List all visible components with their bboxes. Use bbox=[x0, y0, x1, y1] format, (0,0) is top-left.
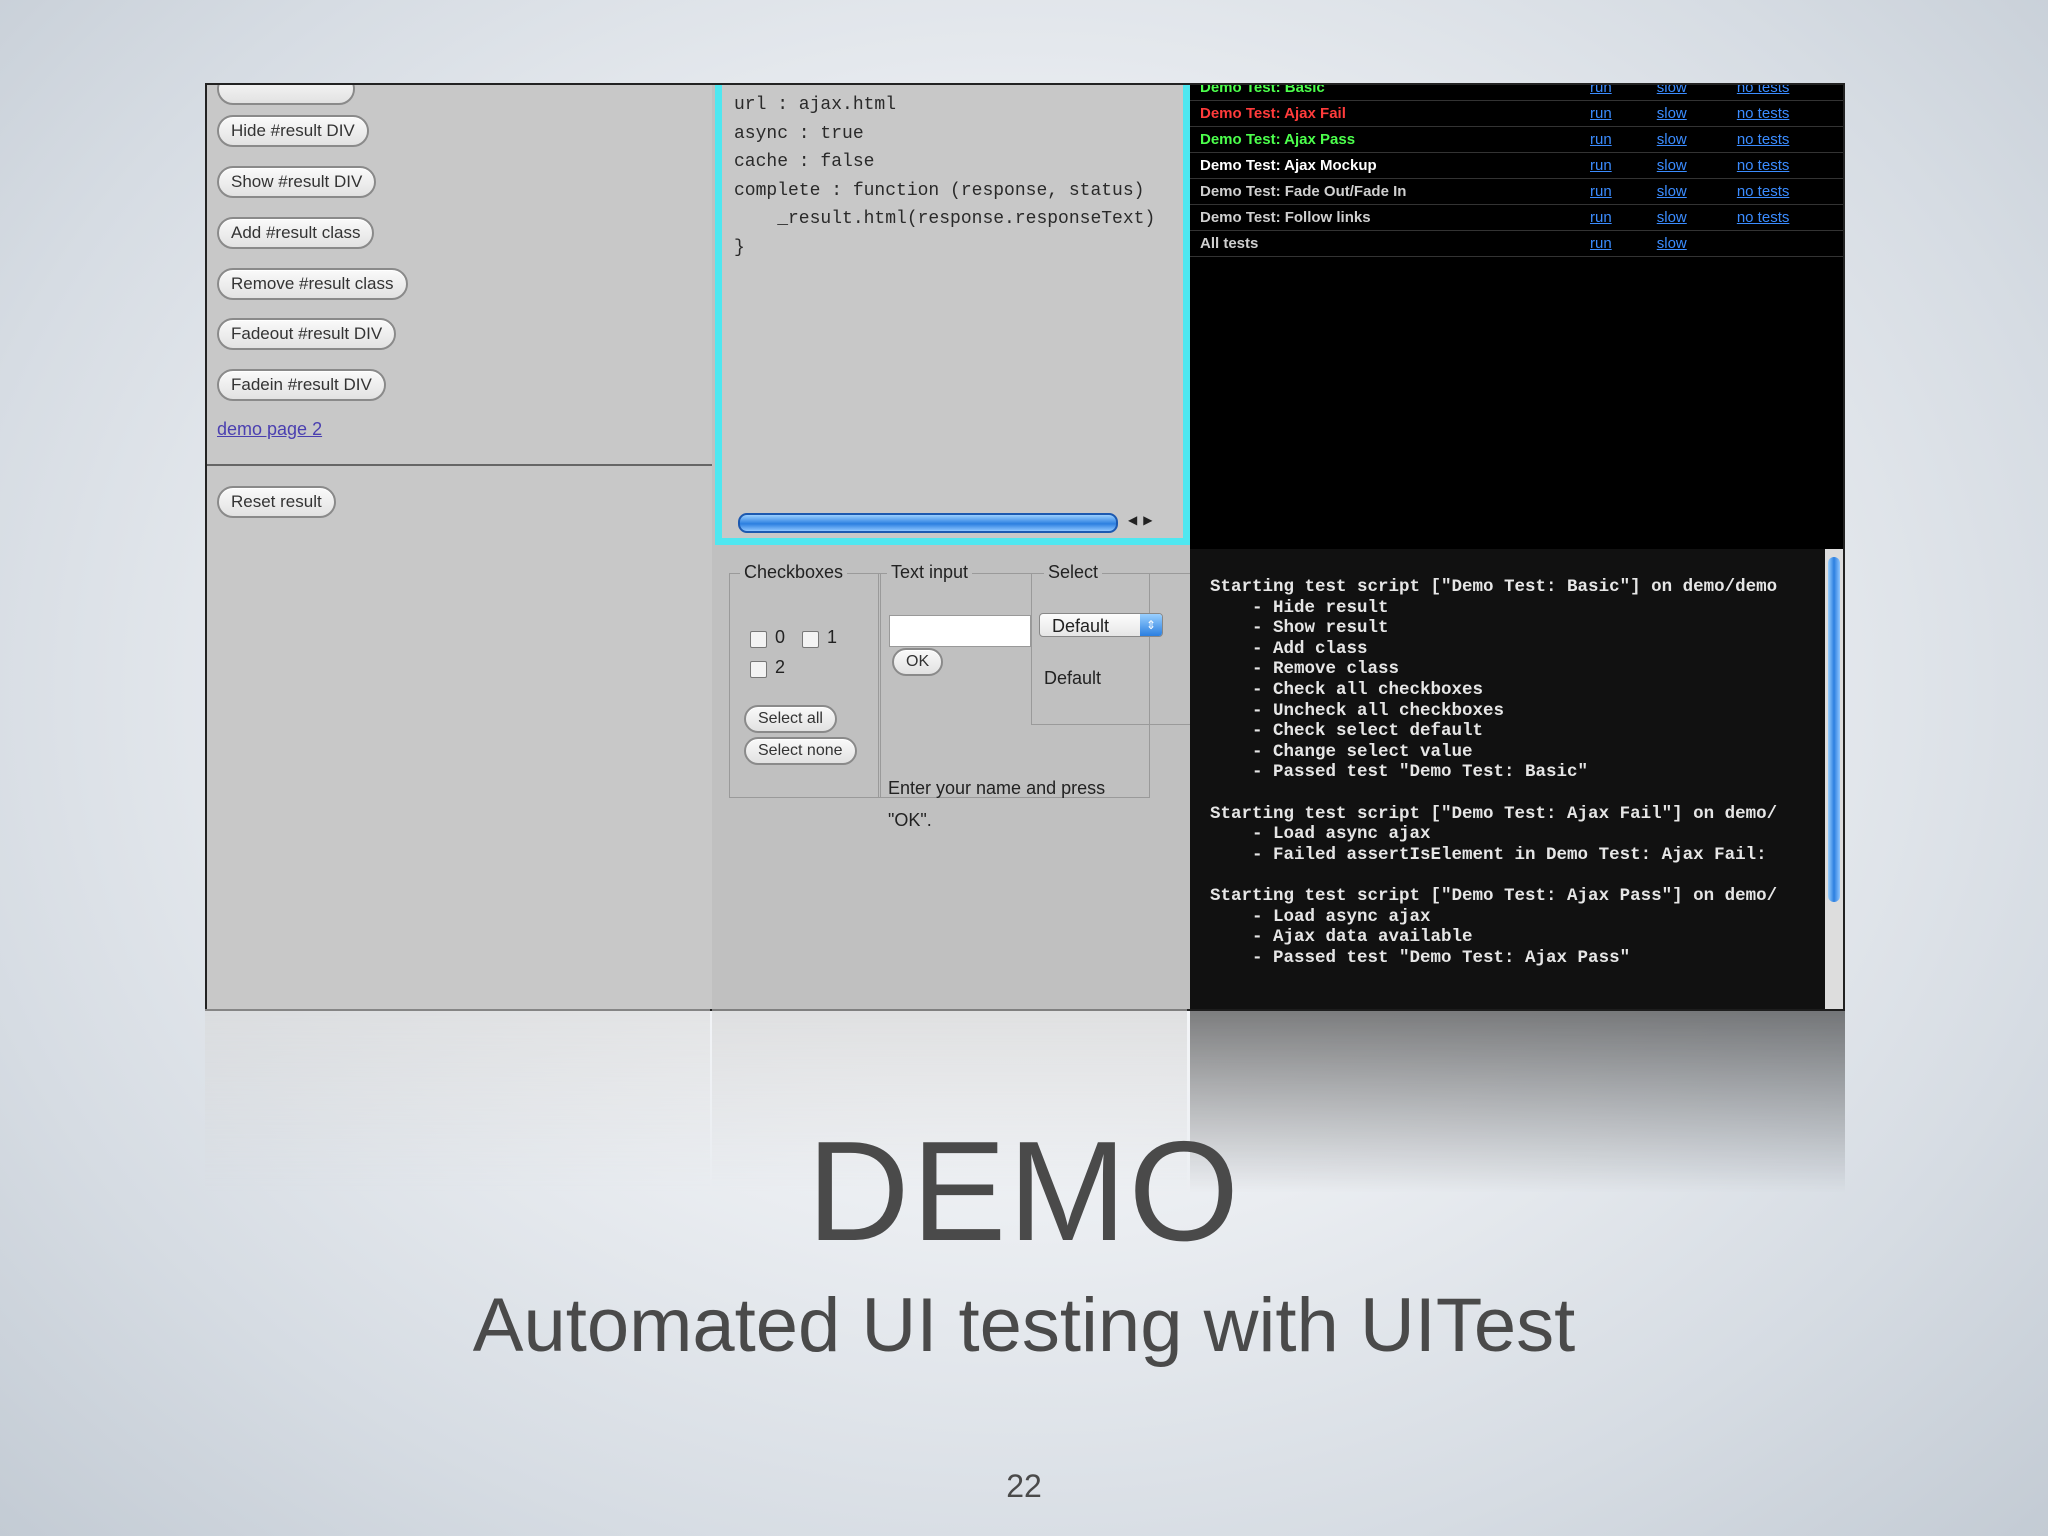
slow-link[interactable]: slow bbox=[1646, 178, 1727, 205]
test-name: Demo Test: Ajax Fail bbox=[1190, 100, 1580, 127]
fadeout-result-button[interactable]: Fadeout #result DIV bbox=[217, 318, 397, 350]
slow-link[interactable]: slow bbox=[1646, 126, 1727, 153]
run-link[interactable]: run bbox=[1580, 230, 1647, 257]
console-panel: Starting test script ["Demo Test: Basic"… bbox=[1190, 549, 1843, 1009]
select-value: Default bbox=[1052, 616, 1110, 636]
no-tests-link[interactable]: no tests bbox=[1726, 152, 1843, 179]
cut-off-button[interactable] bbox=[217, 85, 355, 105]
divider bbox=[207, 464, 712, 466]
test-row: Demo Test: Ajax Pass run slow no tests bbox=[1190, 126, 1843, 153]
default-select[interactable]: Default ⇕ bbox=[1039, 613, 1163, 637]
no-tests-link[interactable]: no tests bbox=[1726, 178, 1843, 205]
demo-screenshot: Hide #result DIV Show #result DIV Add #r… bbox=[205, 83, 1845, 1011]
select-arrows-icon: ⇕ bbox=[1140, 614, 1162, 636]
no-tests-link[interactable] bbox=[1726, 230, 1843, 257]
code-panel: url : ajax.html async : true cache : fal… bbox=[715, 85, 1190, 545]
test-row: Demo Test: Ajax Fail run slow no tests bbox=[1190, 100, 1843, 127]
slide-subtitle: Automated UI testing with UITest bbox=[472, 1283, 1576, 1368]
checkbox-0-label: 0 bbox=[775, 627, 786, 647]
select-output: Default bbox=[1044, 668, 1102, 688]
run-link[interactable]: run bbox=[1580, 126, 1647, 153]
test-name: Demo Test: Fade Out/Fade In bbox=[1190, 178, 1580, 205]
text-input-legend: Text input bbox=[887, 562, 973, 583]
slow-link[interactable]: slow bbox=[1646, 85, 1727, 101]
hide-result-button[interactable]: Hide #result DIV bbox=[217, 115, 369, 147]
checkbox-2-label: 2 bbox=[775, 657, 786, 677]
checkbox-1-label: 1 bbox=[827, 627, 838, 647]
select-fieldset: Select Default bbox=[1031, 562, 1193, 725]
checkboxes-legend: Checkboxes bbox=[740, 562, 848, 583]
test-row: Demo Test: Basic run slow no tests bbox=[1190, 85, 1843, 101]
select-legend: Select bbox=[1044, 562, 1103, 583]
run-link[interactable]: run bbox=[1580, 204, 1647, 231]
slow-link[interactable]: slow bbox=[1646, 204, 1727, 231]
page-number: 22 bbox=[1006, 1468, 1042, 1504]
horizontal-scrollbar[interactable] bbox=[738, 513, 1118, 533]
no-tests-link[interactable]: no tests bbox=[1726, 204, 1843, 231]
name-input[interactable] bbox=[889, 615, 1031, 647]
scrollbar-thumb[interactable] bbox=[1828, 557, 1840, 902]
run-link[interactable]: run bbox=[1580, 178, 1647, 205]
no-tests-link[interactable]: no tests bbox=[1726, 126, 1843, 153]
checkbox-0[interactable] bbox=[750, 631, 767, 648]
checkbox-2[interactable] bbox=[750, 661, 767, 678]
help-text-line-1: Enter your name and press bbox=[888, 778, 1106, 798]
select-all-button[interactable]: Select all bbox=[744, 705, 837, 733]
console-output: Starting test script ["Demo Test: Basic"… bbox=[1210, 577, 1778, 968]
checkboxes-fieldset: Checkboxes 0 1 2 Select all Select none bbox=[729, 562, 881, 798]
ok-button[interactable]: OK bbox=[892, 648, 944, 676]
slow-link[interactable]: slow bbox=[1646, 100, 1727, 127]
remove-result-class-button[interactable]: Remove #result class bbox=[217, 268, 408, 300]
run-link[interactable]: run bbox=[1580, 85, 1647, 101]
scroll-arrows-icon[interactable]: ◀▶ bbox=[1128, 513, 1158, 527]
test-row: All tests run slow bbox=[1190, 230, 1843, 257]
test-row: Demo Test: Follow links run slow no tests bbox=[1190, 204, 1843, 231]
tests-table: Demo Test: Basic run slow no tests Demo Test… bbox=[1190, 85, 1843, 257]
test-name: Demo Test: Follow links bbox=[1190, 204, 1580, 231]
help-text-line-2: "OK". bbox=[888, 810, 932, 830]
fadein-result-button[interactable]: Fadein #result DIV bbox=[217, 369, 386, 401]
slow-link[interactable]: slow bbox=[1646, 230, 1727, 257]
no-tests-link[interactable]: no tests bbox=[1726, 100, 1843, 127]
select-none-button[interactable]: Select none bbox=[744, 737, 857, 765]
test-row: Demo Test: Ajax Mockup run slow no tests bbox=[1190, 152, 1843, 179]
demo-page-2-link[interactable]: demo page 2 bbox=[217, 419, 322, 440]
run-link[interactable]: run bbox=[1580, 152, 1647, 179]
reset-result-button[interactable]: Reset result bbox=[217, 486, 336, 518]
test-name: Demo Test: Ajax Mockup bbox=[1190, 152, 1580, 179]
vertical-scrollbar[interactable] bbox=[1825, 549, 1843, 1009]
test-row: Demo Test: Fade Out/Fade In run slow no tes… bbox=[1190, 178, 1843, 205]
test-name: Demo Test: Ajax Pass bbox=[1190, 126, 1580, 153]
add-result-class-button[interactable]: Add #result class bbox=[217, 217, 375, 249]
checkbox-1[interactable] bbox=[802, 631, 819, 648]
code-text: url : ajax.html async : true cache : fal… bbox=[734, 95, 1156, 258]
test-runner-panel: Demo Test: Basic run slow no tests Demo Test… bbox=[1190, 85, 1843, 1009]
left-panel: Hide #result DIV Show #result DIV Add #r… bbox=[207, 85, 712, 1009]
slide-title: DEMO bbox=[807, 1112, 1241, 1271]
test-name: Demo Test: Basic bbox=[1190, 85, 1580, 101]
show-result-button[interactable]: Show #result DIV bbox=[217, 166, 377, 198]
test-name: All tests bbox=[1190, 230, 1580, 257]
no-tests-link[interactable]: no tests bbox=[1726, 85, 1843, 101]
run-link[interactable]: run bbox=[1580, 100, 1647, 127]
slow-link[interactable]: slow bbox=[1646, 152, 1727, 179]
